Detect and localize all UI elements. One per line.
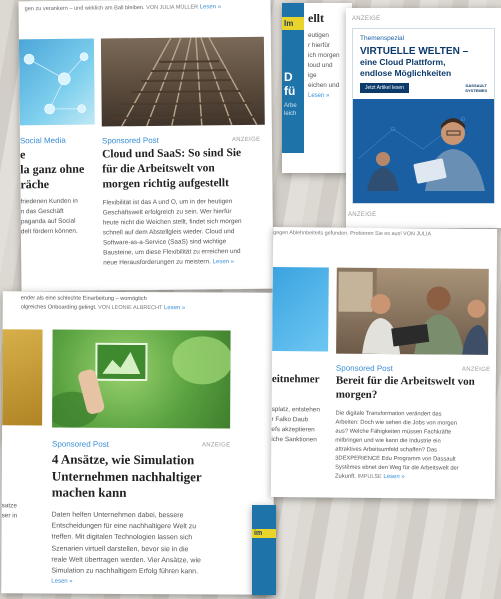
- promo-badge: Im: [282, 17, 304, 30]
- dark-promo-panel: Im D fü Arbe leich: [282, 3, 304, 153]
- ad-label: ANZEIGE: [348, 212, 377, 218]
- read-more-link[interactable]: Lesen »: [213, 259, 234, 265]
- person-with-tablet-illustration: [353, 99, 494, 191]
- top-snippet: ender als eine schlechte Einarbeitung – …: [20, 295, 186, 312]
- category-label[interactable]: Sponsored Post: [52, 440, 109, 449]
- article-sheet-arbeitswelt: gegen Ablehnbeiteits gefunden. Probieren…: [270, 227, 498, 499]
- article-body: Flexibilität ist das A und O, um in der …: [102, 198, 242, 267]
- article-title[interactable]: Cloud und SaaS: So sind Sie für die Arbe…: [102, 146, 241, 192]
- ad-label: ANZEIGE: [201, 442, 231, 449]
- railway-tracks-image: [100, 36, 265, 127]
- read-more-link[interactable]: Lesen »: [51, 577, 201, 589]
- leaf-sustainability-image: [52, 329, 231, 429]
- category-label[interactable]: Sponsored Post: [102, 136, 159, 146]
- article-sheet-cloud-saas: gen zu verankern – und wirklich am Ball …: [18, 0, 274, 292]
- top-snippet: gen zu verankern – und wirklich am Ball …: [24, 4, 222, 13]
- read-article-button[interactable]: Jetzt Artikel lesen: [360, 83, 409, 93]
- team-meeting-image: [336, 267, 489, 355]
- ad-label: ANZEIGE: [352, 16, 381, 22]
- brand-logo: DASSAULT SYSTEMES: [465, 83, 487, 93]
- blue-image-fragment: [272, 267, 329, 352]
- ad-label: ANZEIGE: [461, 366, 491, 373]
- ad-kicker: Themenspezial: [360, 35, 405, 42]
- left-article-title[interactable]: e la ganz ohne räche: [20, 147, 84, 193]
- article-body: Die digitale Transformation verändert da…: [334, 410, 459, 481]
- left-article-title[interactable]: eitnehmer: [272, 373, 320, 385]
- promo-strip-fragment: im: [252, 505, 276, 595]
- article-sheet-simulation: ender als eine schlechte Einarbeitung – …: [1, 291, 275, 595]
- article-sheet-fragment: Im D fü Arbe leich ellt eutigen r hierfü…: [282, 3, 352, 173]
- read-more-link[interactable]: Lesen »: [383, 474, 404, 480]
- promo-text: D fü: [284, 70, 296, 98]
- ad-sheet-virtuelle-welten: ANZEIGE Themenspezial VIRTUELLE WELTEN –…: [346, 8, 501, 228]
- read-more-link[interactable]: Lesen »: [308, 91, 340, 101]
- left-article-body: splatz, entstehen r Falko Daub efs akzep…: [271, 406, 320, 444]
- article-title[interactable]: 4 Ansätze, wie Simulation Unternehmen na…: [52, 452, 202, 502]
- left-article-fragment: satze ser in: [1, 502, 18, 520]
- read-more-link[interactable]: Lesen »: [164, 305, 185, 311]
- article-body: Daten helfen Unternehmen dabei, bessere …: [51, 510, 201, 589]
- article-body-fragment: eutigen r hierfür ich morgen loud und ig…: [308, 32, 340, 101]
- ad-banner[interactable]: Themenspezial VIRTUELLE WELTEN – eine Cl…: [352, 28, 495, 204]
- top-snippet: gegen Ablehnbeiteits gefunden. Probieren…: [273, 230, 432, 238]
- network-image: [18, 38, 95, 126]
- ad-title: VIRTUELLE WELTEN –: [360, 46, 469, 57]
- ad-subtitle: eine Cloud Plattform, endlose Möglichkei…: [360, 57, 452, 78]
- ad-label: ANZEIGE: [231, 136, 261, 144]
- left-article-body: friedenen Kunden in n das Geschäft pagan…: [20, 197, 78, 236]
- article-title[interactable]: Bereit für die Arbeitswelt von morgen?: [336, 374, 475, 403]
- category-label[interactable]: Social Media: [20, 136, 66, 145]
- category-label[interactable]: Sponsored Post: [336, 364, 393, 373]
- article-title-fragment[interactable]: ellt: [308, 11, 324, 26]
- gold-image-fragment: [2, 329, 43, 426]
- read-more-link[interactable]: Lesen »: [200, 4, 221, 10]
- promo-badge: im: [252, 529, 276, 538]
